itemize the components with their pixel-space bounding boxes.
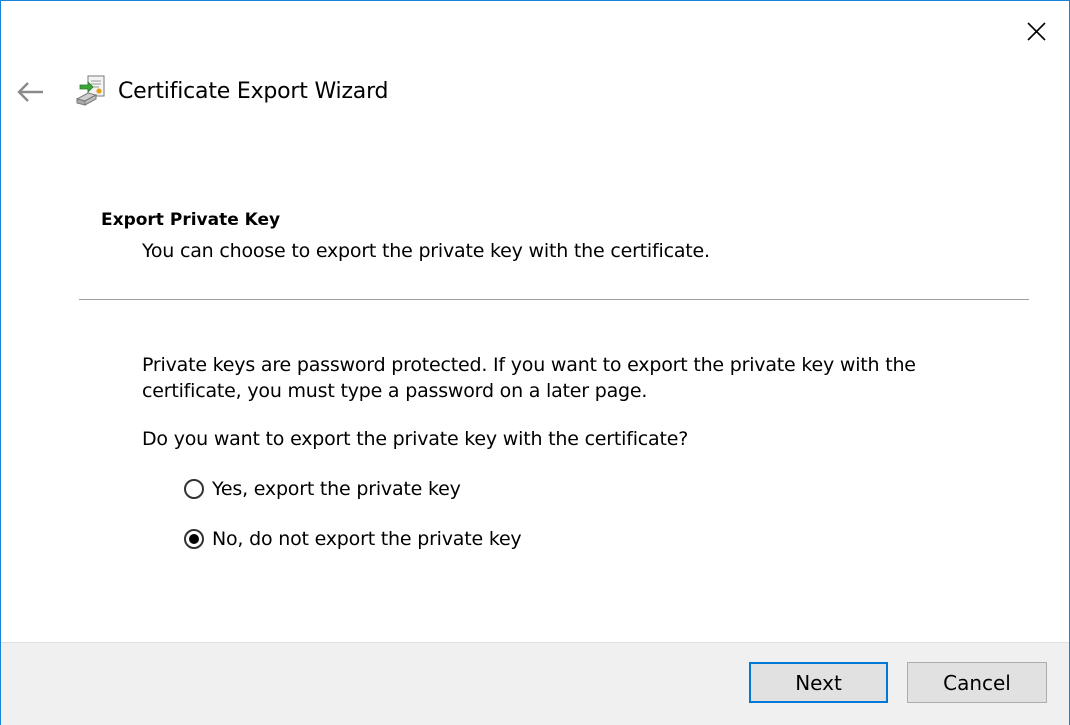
close-button[interactable] bbox=[1013, 11, 1057, 53]
private-key-description: Private keys are password protected. If … bbox=[142, 354, 916, 402]
radio-no-export-private-key[interactable]: No, do not export the private key bbox=[184, 525, 522, 553]
section-heading: Export Private Key bbox=[101, 210, 281, 230]
radio-button-no[interactable] bbox=[184, 529, 204, 549]
window-title: Certificate Export Wizard bbox=[118, 79, 389, 104]
radio-button-yes[interactable] bbox=[184, 479, 204, 499]
wizard-footer: Next Cancel bbox=[1, 642, 1069, 725]
close-icon bbox=[1027, 22, 1046, 41]
cancel-button[interactable]: Cancel bbox=[907, 662, 1047, 703]
radio-label-no[interactable]: No, do not export the private key bbox=[212, 526, 522, 552]
certificate-wizard-icon bbox=[74, 73, 108, 107]
certificate-export-wizard-window: Certificate Export Wizard Export Private… bbox=[0, 0, 1070, 725]
header-divider bbox=[79, 299, 1029, 300]
next-button[interactable]: Next bbox=[749, 662, 888, 703]
back-button[interactable] bbox=[15, 77, 47, 107]
radio-yes-export-private-key[interactable]: Yes, export the private key bbox=[184, 475, 461, 503]
export-question: Do you want to export the private key wi… bbox=[142, 428, 689, 450]
section-subtitle: You can choose to export the private key… bbox=[142, 240, 710, 262]
back-arrow-icon bbox=[17, 82, 43, 102]
radio-label-yes[interactable]: Yes, export the private key bbox=[212, 476, 461, 502]
